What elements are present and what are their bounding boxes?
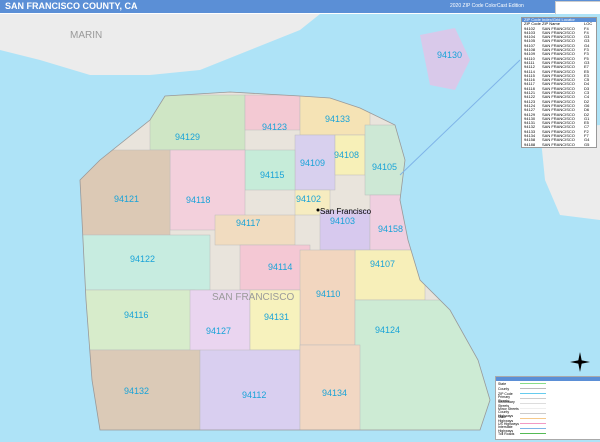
zip-label-94107: 94107 [370,259,395,269]
legend-label: County [498,386,510,391]
legend-swatch [520,433,546,434]
locator-cell: SAN FRANCISCO [542,141,575,147]
locator-cell: G5 [584,141,590,147]
zip-label-94115: 94115 [260,170,284,180]
zip-label-94110: 94110 [316,289,340,299]
zip-label-94117: 94117 [236,218,260,228]
legend-swatch [520,423,546,424]
zip-label-94124: 94124 [375,325,400,335]
legend-swatch [520,403,546,404]
zip-label-94129: 94129 [175,132,200,142]
zip-label-94116: 94116 [124,310,148,320]
zip-label-94133: 94133 [325,114,350,124]
zip-label-94134: 94134 [322,388,347,398]
header-bar: SAN FRANCISCO COUNTY, CA 2020 ZIP Code C… [0,0,600,13]
zip-label-94112: 94112 [242,390,266,400]
locator-row: 94188 SAN FRANCISCO G5 [522,141,596,147]
county-label: SAN FRANCISCO [212,292,294,303]
zip-area-94116[interactable] [78,289,196,351]
zip-label-94130: 94130 [437,50,462,60]
legend-item: Toll Roads [496,431,600,436]
city-label: San Francisco [320,207,372,216]
zip-label-94127: 94127 [206,326,231,336]
zip-label-94108: 94108 [334,150,359,160]
marin-label: MARIN [70,30,102,41]
legend-swatch [520,383,546,384]
zip-label-94102: 94102 [296,194,321,204]
zip-label-94103: 94103 [330,216,355,226]
legend-swatch [520,393,546,394]
zip-label-94131: 94131 [264,312,289,322]
legend-label: Toll Roads [498,431,515,436]
legend-label: State [498,381,507,386]
zip-label-94158: 94158 [378,224,403,234]
map-title: SAN FRANCISCO COUNTY, CA [5,1,138,11]
map-legend: State County ZIP Code Primary Streets Second… [495,376,600,440]
legend-swatch [520,413,546,414]
zip-locator-table: ZIP Code Index/Grid Locator ZIP Code ZIP… [521,17,597,148]
legend-swatch [520,388,546,389]
legend-swatch [520,398,546,399]
edition-label: 2020 ZIP Code ColorCast Edition [450,3,524,9]
legend-swatch [520,418,546,419]
zip-label-94109: 94109 [300,158,325,168]
zip-label-94121: 94121 [114,194,139,204]
zip-label-94122: 94122 [130,254,155,264]
zip-label-94123: 94123 [262,122,287,132]
zip-label-94105: 94105 [372,162,397,172]
locator-cell: 94188 [524,141,536,147]
zip-label-94118: 94118 [186,195,210,205]
legend-swatch [520,408,546,409]
zip-label-94132: 94132 [124,386,149,396]
zip-label-94114: 94114 [268,262,292,272]
legend-swatch [520,428,546,429]
